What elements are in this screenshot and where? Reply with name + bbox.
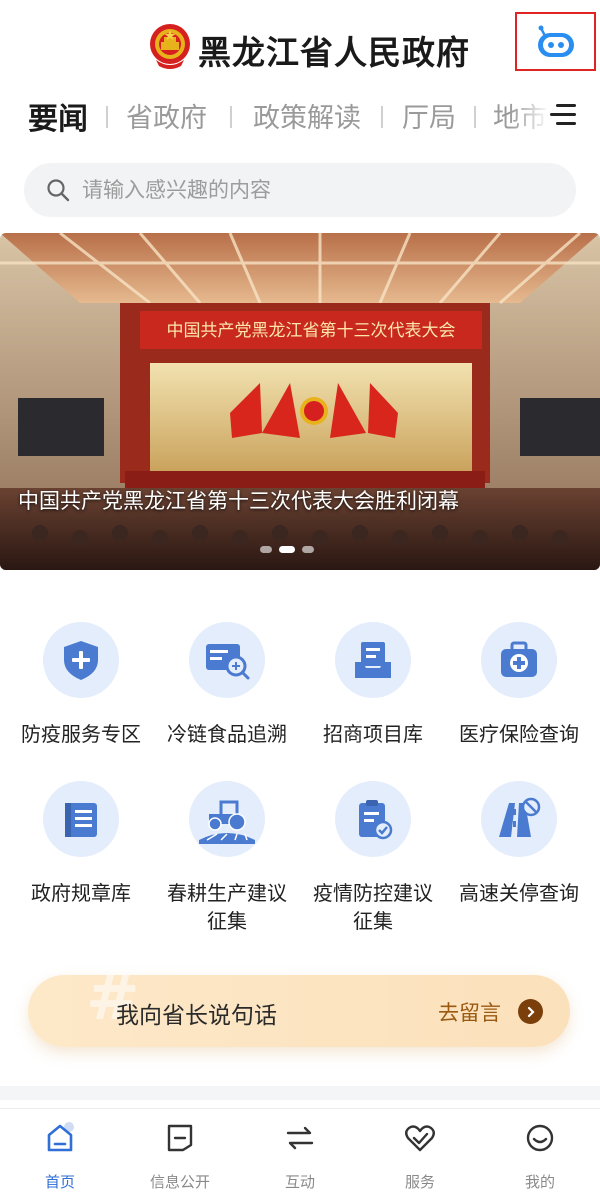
service-label: 高速关停查询 <box>459 881 579 905</box>
service-label: 招商项目库 <box>323 722 423 746</box>
service-medical-insurance[interactable]: 医疗保险查询 <box>446 622 592 748</box>
cold-chain-search-icon <box>206 644 250 680</box>
leave-message-link[interactable]: 去留言 <box>438 997 501 1027</box>
service-epidemic-control-suggestions[interactable]: 疫情防控建议 征集 <box>300 781 446 935</box>
tab-divider <box>106 106 108 128</box>
nav-label: 首页 <box>44 1173 75 1191</box>
tab-divider <box>474 106 476 128</box>
service-label: 医疗保险查询 <box>459 722 579 746</box>
nav-interaction[interactable]: 互动 <box>240 1121 360 1192</box>
service-spring-farming-suggestions[interactable]: 春耕生产建议 征集 <box>154 781 300 935</box>
governor-message-title: 我向省长说句话 <box>116 1003 277 1029</box>
project-tray-icon <box>355 642 391 678</box>
carousel-dot <box>302 546 314 553</box>
carousel-dot-active <box>279 546 295 553</box>
nav-info-disclosure[interactable]: 信息公开 <box>120 1121 240 1192</box>
carousel-indicator <box>260 546 314 553</box>
clipboard-check-icon <box>359 800 393 840</box>
service-cold-chain[interactable]: 冷链食品追溯 <box>154 622 300 748</box>
medical-kit-icon <box>501 641 537 677</box>
tab-divider <box>230 106 232 128</box>
service-label: 政府规章库 <box>31 881 131 905</box>
carousel-dot <box>260 546 272 553</box>
heart-check-icon <box>405 1125 435 1152</box>
highway-closed-icon <box>499 797 541 837</box>
governor-message-banner[interactable]: # 我向省长说句话 去留言 <box>28 975 570 1047</box>
carousel-caption[interactable]: 中国共产党黑龙江省第十三次代表大会胜利闭幕 <box>18 485 459 515</box>
stage-banner-text: 中国共产党黑龙江省第十三次代表大会 <box>167 321 456 341</box>
service-label: 防疫服务专区 <box>21 722 141 746</box>
news-carousel[interactable]: 中国共产党黑龙江省第十三次代表大会 中国共产党黑龙江省第十三次代表大会胜利闭幕 <box>0 233 600 570</box>
nav-label: 服务 <box>404 1173 435 1191</box>
nav-services[interactable]: 服务 <box>360 1121 480 1192</box>
nav-home[interactable]: 首页 <box>0 1121 120 1192</box>
arrow-right-icon[interactable] <box>518 999 543 1024</box>
home-icon <box>47 1122 74 1152</box>
service-label: 春耕生产建议 征集 <box>167 881 287 933</box>
tab-divider <box>381 106 383 128</box>
info-open-icon <box>167 1124 193 1152</box>
tractor-icon <box>199 800 255 844</box>
shield-plus-icon <box>64 641 98 680</box>
national-emblem-icon <box>150 24 190 69</box>
app-header: 黑龙江省人民政府 <box>0 0 600 90</box>
page-title: 黑龙江省人民政府 <box>198 33 470 72</box>
interact-arrows-icon <box>286 1126 314 1150</box>
section-divider <box>0 1086 600 1100</box>
service-epidemic-zone[interactable]: 防疫服务专区 <box>8 622 154 748</box>
nav-label: 我的 <box>524 1173 555 1191</box>
tab-departments[interactable]: 厅局 <box>402 96 456 135</box>
service-label: 疫情防控建议 征集 <box>313 881 433 933</box>
menu-lines-icon[interactable] <box>548 102 578 128</box>
regulation-book-icon <box>65 803 97 837</box>
nav-profile[interactable]: 我的 <box>480 1121 600 1192</box>
assistant-button[interactable] <box>515 12 596 71</box>
tab-headlines[interactable]: 要闻 <box>28 94 88 138</box>
service-highway-closure[interactable]: 高速关停查询 <box>446 781 592 907</box>
service-investment-projects[interactable]: 招商项目库 <box>300 622 446 748</box>
nav-label: 互动 <box>284 1173 315 1191</box>
carousel-photo: 中国共产党黑龙江省第十三次代表大会 <box>0 233 600 570</box>
tabs-fade-overlay <box>510 86 550 142</box>
search-bar[interactable] <box>24 163 576 217</box>
news-tabs: 要闻 省政府 政策解读 厅局 地市 <box>0 86 600 142</box>
nav-label: 信息公开 <box>149 1173 210 1191</box>
search-input[interactable] <box>82 163 562 217</box>
bottom-navigation: 首页 信息公开 互动 服务 我的 <box>0 1108 600 1199</box>
service-label: 冷链食品追溯 <box>167 722 287 746</box>
tab-policy-interpretation[interactable]: 政策解读 <box>253 96 361 135</box>
smile-face-icon <box>526 1124 554 1152</box>
search-icon <box>47 179 70 202</box>
tab-provincial-government[interactable]: 省政府 <box>126 96 207 135</box>
robot-assistant-icon <box>537 25 574 57</box>
service-government-regulations[interactable]: 政府规章库 <box>8 781 154 907</box>
